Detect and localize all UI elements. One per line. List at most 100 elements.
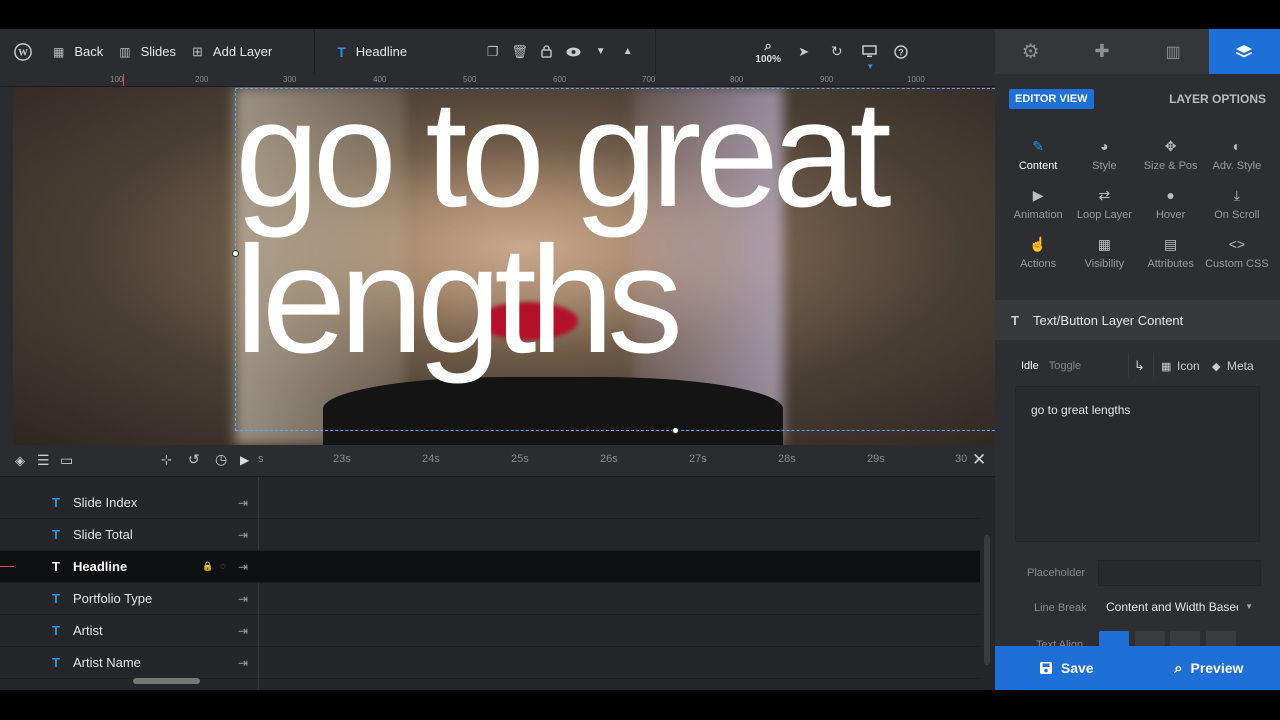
option-label: Custom CSS [1205, 258, 1269, 270]
layer-row-slide-index[interactable]: T Slide Index ⇥ [0, 487, 980, 519]
save-button[interactable]: Save [995, 646, 1138, 690]
tab-navigation[interactable]: ✚ [1066, 29, 1137, 74]
resize-handle-left[interactable] [232, 250, 239, 257]
back-button[interactable]: ▦ Back [45, 29, 111, 74]
align-left-button[interactable] [1099, 631, 1129, 647]
ruler-mark: 600 [553, 75, 567, 84]
move-down-icon[interactable]: ▼ [587, 29, 614, 74]
pin-to-end-icon[interactable]: ⇥ [238, 560, 248, 574]
slide-canvas[interactable]: go to great lengths [13, 87, 995, 445]
option-style[interactable]: ◕ Style [1071, 138, 1137, 173]
layer-options-panel: EDITOR VIEW LAYER OPTIONS ✎ Content ◕ Styl… [995, 74, 1280, 651]
option-label: Hover [1155, 209, 1186, 221]
pointer-icon[interactable]: ➤ [790, 29, 817, 74]
trash-icon[interactable]: 🗑 [506, 29, 533, 74]
section-header[interactable]: T Text/Button Layer Content [995, 300, 1280, 340]
option-label: Visibility [1084, 258, 1125, 270]
preview-button[interactable]: ⌕ Preview [1138, 646, 1280, 690]
layer-lock-icon[interactable]: 🔒 [202, 561, 213, 572]
sub-tab-divider [1153, 353, 1154, 377]
close-timeline-icon[interactable]: ✕ [972, 450, 986, 470]
wordpress-logo-icon[interactable]: W [0, 29, 45, 74]
folder-icon[interactable]: ▭ [60, 452, 73, 469]
layer-visibility-icon[interactable]: ◌ [220, 561, 226, 572]
layer-row-slide-total[interactable]: T Slide Total ⇥ [0, 519, 980, 551]
placeholder-input[interactable] [1098, 560, 1261, 586]
tab-layers[interactable] [1208, 29, 1280, 74]
duplicate-icon[interactable]: ❐ [479, 29, 506, 74]
play-icon[interactable]: ▶ [240, 453, 249, 467]
ruler-mark: 1000 [907, 75, 925, 84]
layer-options-title: LAYER OPTIONS [1169, 92, 1266, 106]
layer-row-headline[interactable]: T Headline 🔒 ◌ ⇥ [0, 551, 980, 583]
list-icon[interactable]: ☰ [37, 452, 50, 469]
align-justify-button[interactable] [1206, 631, 1236, 647]
hand-pointer-icon: ☝ [1029, 236, 1047, 252]
pin-to-end-icon[interactable]: ⇥ [238, 624, 248, 638]
layer-name: Slide Index [73, 495, 138, 510]
move-up-icon[interactable]: ▲ [614, 29, 641, 74]
timeline-header: ◈ ☰ ▭ ⊹ ↺ ◷ ▶ s 23s 24s 25s 26s 27s 28s … [0, 445, 995, 477]
option-animation[interactable]: ▶ Animation [1005, 187, 1071, 222]
pin-to-end-icon[interactable]: ⇥ [238, 528, 248, 542]
svg-text:?: ? [898, 47, 904, 57]
ruler-cursor-marker [123, 74, 124, 86]
option-label: Style [1092, 160, 1117, 172]
toolbar-divider [314, 29, 316, 74]
line-break-label: Line Break [1034, 602, 1087, 614]
zoom-icon: ⌕ [764, 38, 772, 53]
align-right-button[interactable] [1170, 631, 1200, 647]
help-icon[interactable]: ? [887, 29, 914, 74]
timer-icon[interactable]: ◷ [215, 451, 227, 468]
tab-slide-library[interactable]: ▥ [1138, 29, 1209, 74]
tab-meta[interactable]: Meta [1227, 359, 1254, 373]
tab-slide-settings[interactable]: ⚙ [995, 29, 1066, 74]
content-textarea[interactable]: go to great lengths [1015, 386, 1260, 542]
tab-idle[interactable]: Idle [1021, 360, 1039, 372]
pin-to-end-icon[interactable]: ⇥ [238, 592, 248, 606]
resize-handle-bottom[interactable] [672, 427, 679, 434]
layers-stack-icon[interactable]: ◈ [15, 453, 25, 469]
option-loop-layer[interactable]: ⇄ Loop Layer [1071, 187, 1137, 222]
option-custom-css[interactable]: <> Custom CSS [1204, 236, 1270, 271]
option-attributes[interactable]: ▤ Attributes [1138, 236, 1204, 271]
layer-row-artist-name[interactable]: T Artist Name ⇥ [0, 647, 980, 679]
line-break-select[interactable]: Content and Width Based ▼ [1098, 594, 1261, 622]
desktop-view-icon[interactable]: ▼ [856, 29, 883, 74]
timeline-vertical-scrollbar[interactable] [984, 535, 990, 665]
insert-arrow-icon[interactable]: ↳ [1134, 358, 1145, 374]
align-center-button[interactable] [1135, 631, 1165, 647]
layer-list: T Slide Index ⇥ T Slide Total ⇥ T Headli… [0, 487, 980, 679]
layer-row-portfolio-type[interactable]: T Portfolio Type ⇥ [0, 583, 980, 615]
visibility-icon: ▦ [1097, 236, 1111, 252]
option-visibility[interactable]: ▦ Visibility [1071, 236, 1137, 271]
timeline-ticks: s 23s 24s 25s 26s 27s 28s 29s 30 [258, 445, 967, 477]
loop-icon[interactable]: ↺ [188, 451, 200, 468]
layer-row-artist[interactable]: T Artist ⇥ [0, 615, 980, 647]
panel-tabs: ⚙ ✚ ▥ [995, 29, 1280, 74]
lock-icon[interactable] [533, 29, 560, 74]
zoom-control[interactable]: ⌕ 100% [750, 38, 786, 65]
option-size-pos[interactable]: ✥ Size & Pos [1138, 138, 1204, 173]
timeline-horizontal-scrollbar[interactable] [133, 678, 200, 684]
option-actions[interactable]: ☝ Actions [1005, 236, 1071, 271]
undo-icon[interactable]: ↻ [823, 29, 850, 74]
tab-toggle[interactable]: Toggle [1049, 360, 1081, 372]
option-content[interactable]: ✎ Content [1005, 138, 1071, 173]
editor-view-badge[interactable]: EDITOR VIEW [1009, 89, 1094, 109]
pin-to-end-icon[interactable]: ⇥ [238, 496, 248, 510]
add-layer-button[interactable]: ⊞ Add Layer [184, 29, 280, 74]
option-hover[interactable]: ● Hover [1138, 187, 1204, 222]
timeline-tick: 25s [511, 453, 529, 465]
current-layer-selector[interactable]: T Headline [319, 29, 479, 74]
slides-button[interactable]: ▥ Slides [111, 29, 184, 74]
option-on-scroll[interactable]: ⤓ On Scroll [1204, 187, 1270, 222]
tab-icon[interactable]: Icon [1177, 359, 1200, 373]
option-adv-style[interactable]: ◐ Adv. Style [1204, 138, 1270, 173]
pin-to-end-icon[interactable]: ⇥ [238, 656, 248, 670]
mouse-icon: ● [1166, 187, 1175, 203]
bottom-action-bar: Save ⌕ Preview [995, 646, 1280, 690]
eye-icon[interactable] [560, 29, 587, 74]
section-title: Text/Button Layer Content [1032, 312, 1184, 328]
select-area-icon[interactable]: ⊹ [161, 452, 172, 468]
